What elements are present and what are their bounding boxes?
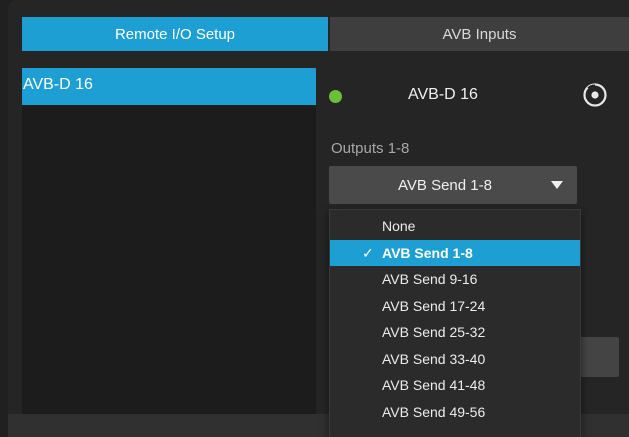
device-list-item-label: AVB-D 16 (23, 76, 93, 93)
menu-item-avb-send-17-24[interactable]: AVB Send 17-24 (330, 293, 580, 320)
outputs-dropdown-menu: None ✓ AVB Send 1-8 AVB Send 9-16 AVB Se… (329, 209, 581, 437)
menu-item-avb-send-33-40[interactable]: AVB Send 33-40 (330, 346, 580, 373)
menu-item-avb-send-41-48[interactable]: AVB Send 41-48 (330, 372, 580, 399)
tab-label: Remote I/O Setup (114, 25, 236, 43)
hidden-button[interactable] (579, 337, 619, 377)
menu-item-avb-send-49-56[interactable]: AVB Send 49-56 (330, 399, 580, 426)
tab-label: AVB Inputs (442, 25, 517, 43)
device-settings-icon[interactable] (582, 82, 608, 108)
menu-item-avb-send-25-32[interactable]: AVB Send 25-32 (330, 319, 580, 346)
menu-item-avb-send-1-8[interactable]: ✓ AVB Send 1-8 (330, 239, 580, 266)
tab-avb-inputs[interactable]: AVB Inputs (330, 17, 629, 51)
device-title: AVB-D 16 (408, 86, 478, 103)
menu-item-avb-send-9-16[interactable]: AVB Send 9-16 (330, 266, 580, 293)
checkmark-icon: ✓ (362, 244, 374, 261)
menu-item-label: AVB Send 25-32 (382, 324, 486, 340)
menu-item-label: AVB Send 49-56 (382, 403, 486, 420)
menu-item-label: AVB Send 1-8 (382, 244, 473, 261)
chevron-down-icon (551, 181, 563, 189)
outputs-select-value: AVB Send 1-8 (398, 176, 492, 194)
menu-item-label: None (382, 218, 416, 234)
menu-item-label: AVB Send 41-48 (382, 377, 486, 393)
menu-item-label: AVB Send 17-24 (382, 297, 486, 314)
device-list: AVB-D 16 (22, 68, 316, 414)
outputs-label: Outputs 1-8 (331, 140, 410, 157)
menu-item-none[interactable]: None (330, 213, 580, 240)
outputs-select[interactable]: AVB Send 1-8 (329, 166, 577, 204)
menu-item-label: AVB Send 9-16 (382, 271, 478, 287)
status-indicator (329, 90, 342, 103)
remote-io-window: Remote I/O Setup AVB Inputs AVB-D 16 AVB… (8, 0, 629, 437)
menu-item-label: AVB Send 33-40 (382, 350, 486, 367)
tab-remote-io-setup[interactable]: Remote I/O Setup (22, 17, 328, 51)
device-list-item[interactable]: AVB-D 16 (22, 68, 316, 105)
